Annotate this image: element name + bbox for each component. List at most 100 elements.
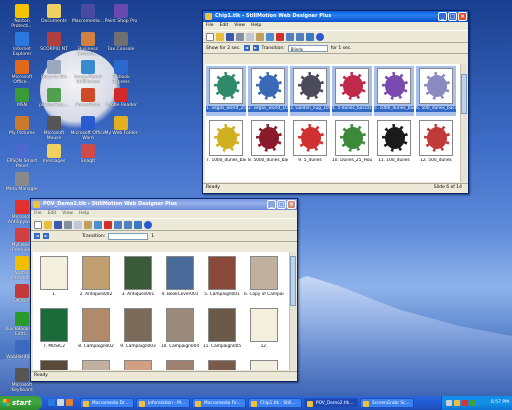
desktop-icon-outlook-express[interactable]: Outlook Express xyxy=(103,60,139,85)
redo-icon[interactable] xyxy=(124,220,132,229)
close-button[interactable]: × xyxy=(287,200,296,209)
pov-thumbnail[interactable]: 3. Antiques001 xyxy=(118,254,158,304)
menu-view[interactable]: View xyxy=(62,210,73,218)
copy-icon[interactable] xyxy=(246,32,254,41)
pov-thumbnail[interactable] xyxy=(202,358,242,370)
desktop-icon-norton-protecti[interactable]: Norton Protecti... xyxy=(4,4,40,29)
redo-icon[interactable] xyxy=(296,32,304,41)
desktop-icon-adobe-reader[interactable]: Adobe Reader xyxy=(103,88,139,108)
menu-edit[interactable]: Edit xyxy=(220,22,229,30)
desktop-icon-business-contact[interactable]: Business Contact... xyxy=(70,32,106,57)
chip1-scroll-thumb[interactable] xyxy=(461,74,467,114)
taskbar-item-chip1-tlk-still[interactable]: Chip1.tlk - Still... xyxy=(248,398,302,408)
pov-thumbnail[interactable]: 6. Copy of Campaign002 xyxy=(244,254,284,304)
cut-icon[interactable] xyxy=(64,220,72,229)
new-icon[interactable] xyxy=(34,220,42,229)
desktop-icon-snagit[interactable]: SnagIt xyxy=(70,144,106,164)
desktop-icon-ppokersetu[interactable]: pPokerSetu... xyxy=(36,88,72,108)
desktop-icon-macromedia[interactable]: Macromedia... xyxy=(70,4,106,24)
paste-icon[interactable] xyxy=(256,32,264,41)
open-icon[interactable] xyxy=(44,220,52,229)
pov-thumbnail[interactable]: 2. Antiques002 xyxy=(76,254,116,304)
tray-security-icon[interactable] xyxy=(462,400,468,406)
chip1-titlebar[interactable]: Chip1.tlk - StillMotion Web Designer Plu… xyxy=(203,11,468,22)
chip-thumbnail[interactable]: 1. vegas_world_2509 xyxy=(206,66,246,116)
desktop-icon-paint-shop-pro[interactable]: Paint Shop Pro xyxy=(103,4,139,24)
transition-select[interactable] xyxy=(108,232,149,240)
desktop-icon-internet-explorer[interactable]: Internet Explorer xyxy=(4,32,40,57)
desktop-icon-msn[interactable]: MSN xyxy=(4,88,40,108)
taskbar-item-pov-demo2-tlk[interactable]: POV_Demo2.tlk... xyxy=(304,398,358,408)
pov-thumbnail[interactable]: 11. Campaign005 xyxy=(202,306,242,356)
taskbar-item-macromedia-dr[interactable]: Macromedia Dr... xyxy=(80,398,134,408)
tray-volume-icon[interactable] xyxy=(454,400,460,406)
chip-thumbnail[interactable]: 2. vegas_world_1000 xyxy=(248,66,288,116)
save-icon[interactable] xyxy=(226,32,234,41)
start-button[interactable]: start xyxy=(0,396,42,410)
undo-icon[interactable] xyxy=(286,32,294,41)
image-icon[interactable] xyxy=(94,220,102,229)
chip-thumbnail[interactable]: 6. 500_dunes_bacca xyxy=(416,66,456,116)
paste-icon[interactable] xyxy=(84,220,92,229)
close-button[interactable]: × xyxy=(458,12,467,21)
chip-thumbnail[interactable]: 8. 5000_dunes_bacca xyxy=(248,118,288,168)
pov-thumbnail[interactable]: 5. Campaign001 xyxy=(202,254,242,304)
pov-thumbnail[interactable] xyxy=(76,358,116,370)
menu-file[interactable]: File xyxy=(34,210,42,218)
pov-titlebar[interactable]: POV_Demo2.tlk - StillMotion Web Designer… xyxy=(31,199,297,210)
help-icon[interactable] xyxy=(144,220,152,229)
delete-icon[interactable] xyxy=(276,32,284,41)
pov-thumbnail[interactable] xyxy=(118,358,158,370)
taskbar-item-screengrabr-sc[interactable]: ScreenGrabr Sc... xyxy=(360,398,414,408)
chip-thumbnail[interactable]: 7. 1000_dunes_bacca xyxy=(206,118,246,168)
chip-thumbnail[interactable]: 11. 100_dunes xyxy=(374,118,414,168)
pov-thumbnail[interactable] xyxy=(34,358,74,370)
menu-help[interactable]: Help xyxy=(251,22,261,30)
minimize-button[interactable]: _ xyxy=(267,200,276,209)
undo-icon[interactable] xyxy=(114,220,122,229)
pov-thumbnail[interactable]: 9. Campaign003 xyxy=(118,306,158,356)
chip-thumbnail[interactable]: 9. 5_dunes xyxy=(290,118,330,168)
desktop-icon-my-pictures[interactable]: My Pictures xyxy=(4,116,40,136)
menu-help[interactable]: Help xyxy=(79,210,89,218)
chip-thumbnail[interactable]: 5. 1000_dunes_bacca xyxy=(374,66,414,116)
view-icon[interactable] xyxy=(134,220,142,229)
tray-network-icon[interactable] xyxy=(446,400,452,406)
prev-arrow-icon[interactable]: ◄ xyxy=(243,45,250,51)
desktop-icon-scorpio-nt[interactable]: SCORPIO NT xyxy=(36,32,72,52)
pov-thumbnail[interactable] xyxy=(160,358,200,370)
desktop-icon-my-web-folder[interactable]: My Web Folder xyxy=(103,116,139,136)
pov-thumbnail[interactable]: 7. MUSIC2 xyxy=(34,306,74,356)
quicklaunch-ie-icon[interactable] xyxy=(48,399,55,406)
minimize-button[interactable]: _ xyxy=(438,12,447,21)
clock[interactable]: 6:57 PM xyxy=(491,396,509,410)
tray-app-icon[interactable] xyxy=(470,400,476,406)
taskbar-item-information-m[interactable]: Information - M... xyxy=(136,398,190,408)
desktop-icon-fax-console[interactable]: Fax Console xyxy=(103,32,139,52)
chip-thumbnail[interactable]: 4. 5-dunes_baccarat xyxy=(332,66,372,116)
menu-view[interactable]: View xyxy=(234,22,245,30)
desktop-icon-recycle-bin[interactable]: Recycle Bin xyxy=(36,60,72,80)
desktop-icon-powerpoint[interactable]: PowerPoint xyxy=(70,88,106,108)
prev-arrow-icon[interactable]: ◄ xyxy=(34,233,40,239)
pov-scrollbar[interactable] xyxy=(289,252,296,370)
desktop-icon-microsoft-mouse[interactable]: Microsoft Mouse xyxy=(36,116,72,141)
maximize-button[interactable]: □ xyxy=(448,12,457,21)
pov-thumbnail[interactable] xyxy=(244,358,284,370)
quicklaunch-media-icon[interactable] xyxy=(66,399,73,406)
chip-thumbnail[interactable]: 12. 500_dunes xyxy=(416,118,456,168)
cut-icon[interactable] xyxy=(236,32,244,41)
desktop-icon-microsoft-office-word[interactable]: Microsoft Office Word xyxy=(70,116,106,141)
image-icon[interactable] xyxy=(266,32,274,41)
desktop-icon-documents[interactable]: Documents xyxy=(36,4,72,24)
desktop-icon-microsoft-office[interactable]: Microsoft Office... xyxy=(4,60,40,85)
delete-icon[interactable] xyxy=(104,220,112,229)
pov-thumbnail[interactable]: 8. Campaign002 xyxy=(76,306,116,356)
pov-scroll-thumb[interactable] xyxy=(290,256,296,306)
new-icon[interactable] xyxy=(206,32,214,41)
maximize-button[interactable]: □ xyxy=(277,200,286,209)
desktop-icon-imagematch-stillmotion[interactable]: ImageMatch StillMotion xyxy=(70,60,106,85)
pov-thumbnail[interactable]: 12. xyxy=(244,306,284,356)
view-icon[interactable] xyxy=(306,32,314,41)
quicklaunch-desktop-icon[interactable] xyxy=(57,399,64,406)
